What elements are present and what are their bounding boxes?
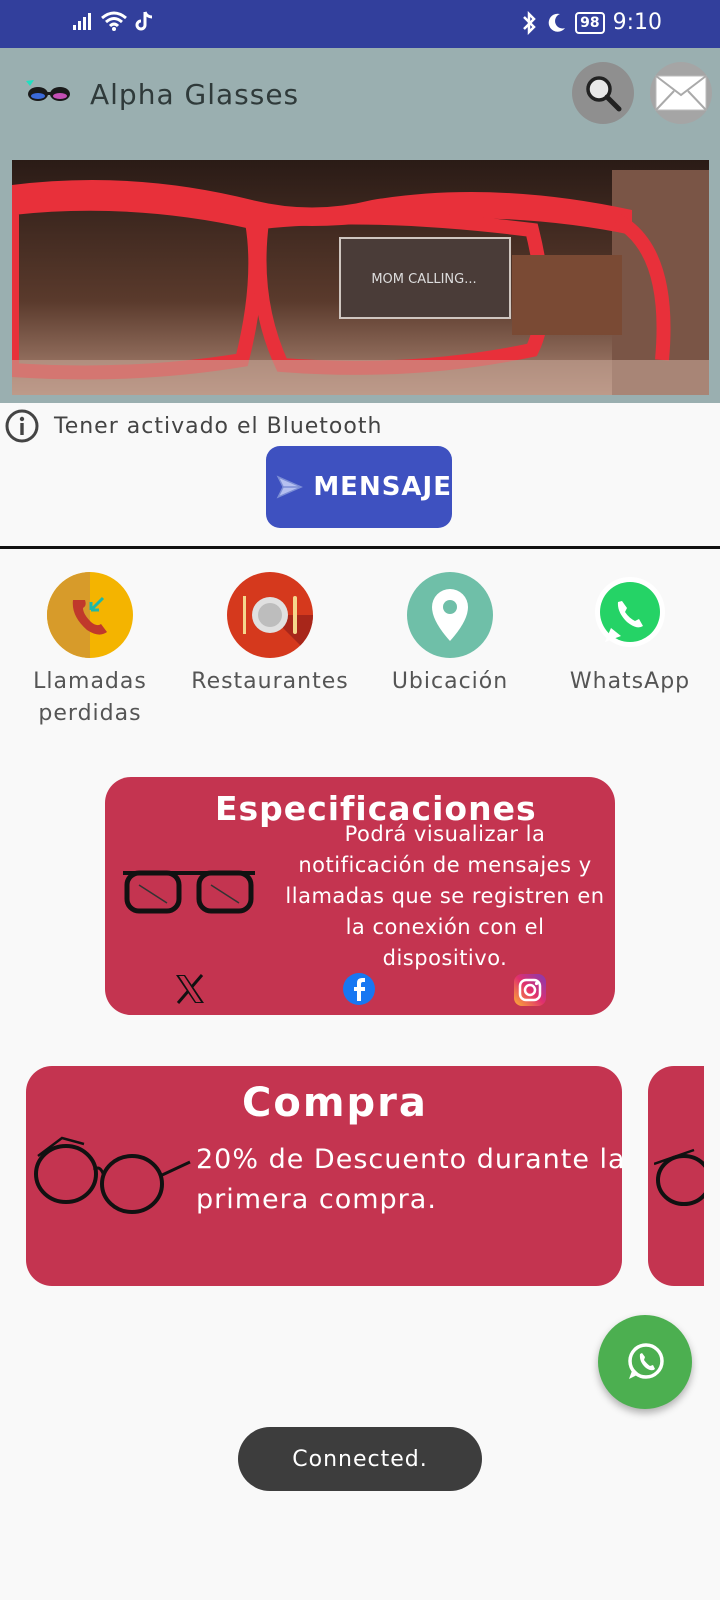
status-right-icons: 98 9:10	[521, 10, 662, 35]
bluetooth-info: Tener activado el Bluetooth	[4, 408, 382, 444]
search-icon	[586, 76, 622, 112]
x-icon[interactable]	[173, 972, 207, 1006]
status-bar: 98 9:10	[0, 0, 720, 48]
info-text: Tener activado el Bluetooth	[54, 413, 383, 439]
specifications-card[interactable]: Especificaciones Podrá visualizar la not…	[105, 777, 615, 1015]
send-icon	[276, 475, 303, 499]
location-pin-icon	[407, 572, 493, 658]
round-glasses-icon	[34, 1136, 191, 1214]
hero-banner: MOM CALLING...	[12, 160, 709, 395]
info-icon	[5, 409, 39, 443]
app-title: Alpha Glasses	[90, 78, 300, 111]
quick-action-whatsapp[interactable]: WhatsApp	[545, 572, 715, 698]
wifi-icon	[101, 11, 127, 31]
sunglasses-logo-icon	[24, 78, 74, 112]
purchase-card-text: 20% de Descuento durante la primera comp…	[196, 1144, 626, 1215]
quick-action-label: Ubicación	[391, 669, 509, 694]
quick-action-restaurants[interactable]: Restaurantes	[185, 572, 355, 698]
spec-card-text: Podrá visualizar la notificación de mens…	[285, 822, 605, 970]
status-left-icons	[72, 10, 154, 32]
round-glasses-icon	[654, 1148, 704, 1206]
next-card-peek[interactable]	[648, 1066, 704, 1286]
quick-action-missed-calls[interactable]: Llamadas perdidas	[5, 572, 175, 730]
whatsapp-icon	[587, 572, 673, 658]
mail-icon	[655, 75, 707, 111]
quick-action-label: WhatsApp	[569, 669, 691, 694]
search-button[interactable]	[572, 62, 634, 124]
whatsapp-icon	[628, 1343, 664, 1379]
moon-icon	[548, 13, 566, 32]
status-time: 9:10	[612, 10, 662, 35]
instagram-icon[interactable]	[513, 973, 547, 1007]
purchase-card[interactable]: Compra 20% de Descuento durante la prime…	[26, 1066, 625, 1286]
battery-indicator: 98	[575, 11, 605, 34]
bluetooth-icon	[523, 10, 536, 35]
purchase-card-title: Compra	[242, 1080, 428, 1126]
restaurant-icon	[227, 572, 313, 658]
hero-overlay-text: MOM CALLING...	[371, 272, 476, 287]
signal-icon	[73, 13, 91, 30]
section-divider	[0, 546, 720, 549]
missed-call-icon	[47, 572, 133, 658]
whatsapp-fab[interactable]	[598, 1315, 692, 1409]
mail-button[interactable]	[650, 62, 712, 124]
glasses-icon	[123, 870, 255, 914]
message-button-label: MENSAJE	[313, 472, 452, 502]
connection-toast: Connected.	[238, 1427, 482, 1491]
message-button[interactable]: MENSAJE	[266, 446, 452, 528]
tiktok-icon	[135, 11, 153, 31]
quick-action-label: Llamadas perdidas	[33, 669, 147, 726]
quick-action-label: Restaurantes	[191, 669, 349, 694]
facebook-icon[interactable]	[343, 973, 375, 1005]
quick-action-location[interactable]: Ubicación	[365, 572, 535, 698]
